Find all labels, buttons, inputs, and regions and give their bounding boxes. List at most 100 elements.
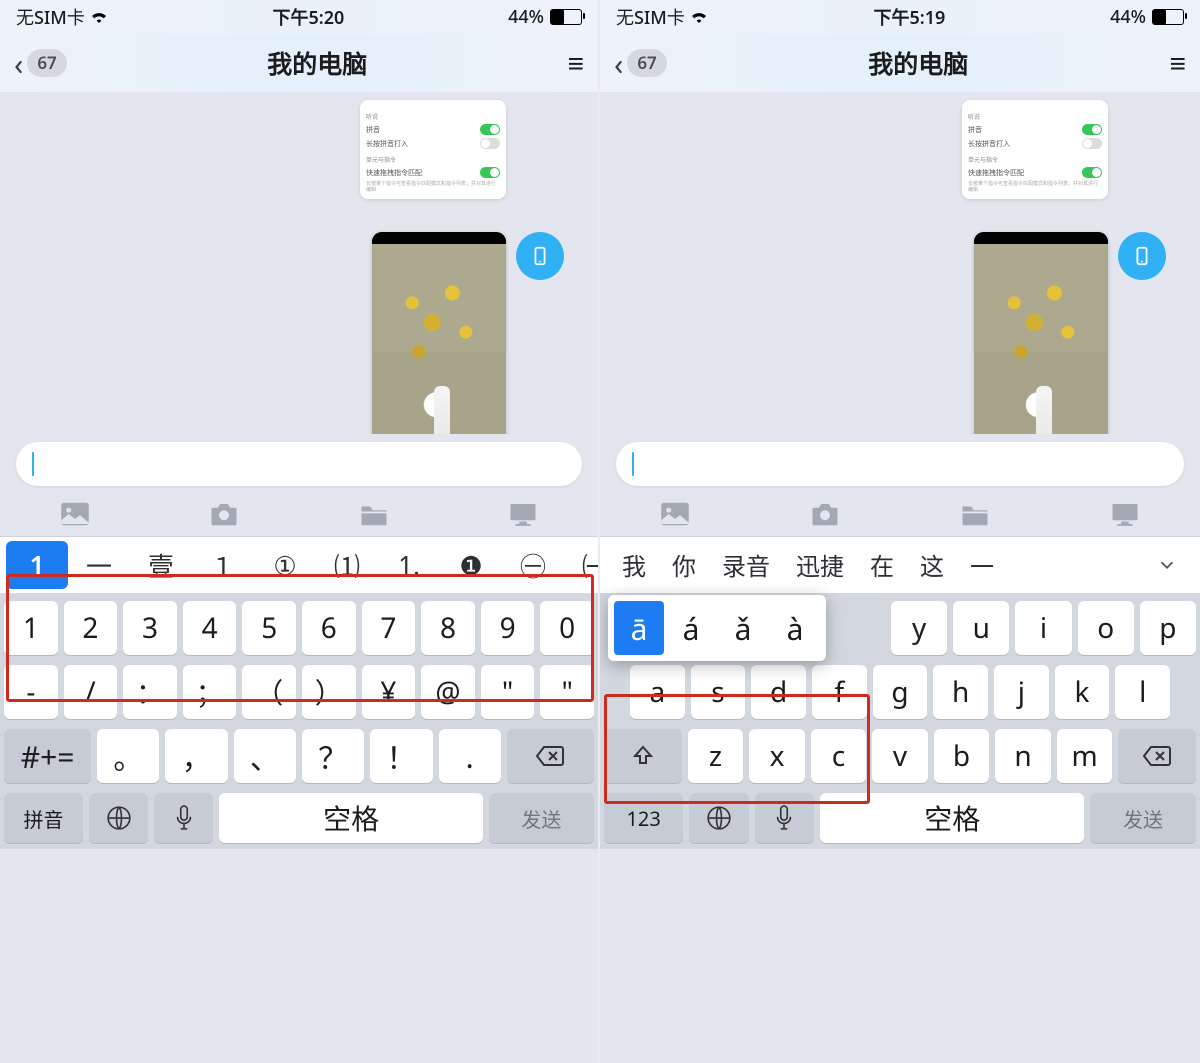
- key-s[interactable]: s: [691, 665, 746, 719]
- key-6[interactable]: 6: [302, 601, 356, 655]
- key-x[interactable]: x: [749, 729, 805, 783]
- candidate[interactable]: １: [192, 541, 254, 589]
- camera-icon[interactable]: [207, 500, 241, 528]
- folder-icon[interactable]: [958, 500, 992, 528]
- chat-area[interactable]: 听说 拼音 长按拼音打入 单元与指令 快速拖拽指令匹配 长按某个指令可查看指令匹…: [0, 92, 598, 492]
- photo-message[interactable]: [372, 232, 506, 466]
- key-rquote[interactable]: ": [540, 665, 594, 719]
- key-dot[interactable]: .: [439, 729, 501, 783]
- space-key[interactable]: 空格: [219, 793, 482, 843]
- key-colon[interactable]: ：: [123, 665, 177, 719]
- backspace-key[interactable]: [1118, 729, 1196, 783]
- settings-card-message[interactable]: 听说 拼音 长按拼音打入 单元与指令 快速拖拽指令匹配 长按某个指令可查看指令匹…: [360, 100, 506, 199]
- globe-key[interactable]: [89, 793, 148, 843]
- candidate[interactable]: 你: [660, 541, 708, 589]
- key-period-cn[interactable]: 。: [97, 729, 159, 783]
- candidate[interactable]: 1: [6, 541, 68, 589]
- candidate[interactable]: 我: [610, 541, 658, 589]
- key-z[interactable]: z: [688, 729, 744, 783]
- candidate[interactable]: ❶: [440, 541, 502, 589]
- monitor-icon[interactable]: [1108, 500, 1142, 528]
- avatar[interactable]: [1118, 232, 1166, 280]
- key-d[interactable]: d: [751, 665, 806, 719]
- mic-key[interactable]: [755, 793, 814, 843]
- candidate[interactable]: 迅捷: [784, 541, 856, 589]
- key-lparen[interactable]: （: [242, 665, 296, 719]
- key-at[interactable]: @: [421, 665, 475, 719]
- key-symbols[interactable]: #+=: [4, 729, 91, 783]
- key-5[interactable]: 5: [242, 601, 296, 655]
- key-8[interactable]: 8: [421, 601, 475, 655]
- key-comma-cn[interactable]: ，: [165, 729, 227, 783]
- key-0[interactable]: 0: [540, 601, 594, 655]
- key-a[interactable]: a: [630, 665, 685, 719]
- globe-key[interactable]: [689, 793, 748, 843]
- gallery-icon[interactable]: [658, 500, 692, 528]
- back-button[interactable]: ‹ 67: [14, 43, 67, 84]
- key-j[interactable]: j: [994, 665, 1049, 719]
- candidate[interactable]: 一: [68, 541, 130, 589]
- key-slash[interactable]: /: [64, 665, 118, 719]
- key-exclaim[interactable]: ！: [370, 729, 432, 783]
- key-l[interactable]: l: [1115, 665, 1170, 719]
- send-key[interactable]: 发送: [1090, 793, 1196, 843]
- key-u[interactable]: u: [953, 601, 1009, 655]
- key-b[interactable]: b: [934, 729, 990, 783]
- candidate[interactable]: ⑴: [316, 541, 378, 589]
- candidate[interactable]: 这: [908, 541, 956, 589]
- key-g[interactable]: g: [873, 665, 928, 719]
- key-dash[interactable]: -: [4, 665, 58, 719]
- avatar[interactable]: [516, 232, 564, 280]
- shift-key[interactable]: [604, 729, 682, 783]
- key-f[interactable]: f: [812, 665, 867, 719]
- key-yen[interactable]: ¥: [362, 665, 416, 719]
- menu-button[interactable]: ≡: [1170, 44, 1186, 82]
- expand-candidates[interactable]: [1144, 541, 1190, 589]
- key-question[interactable]: ？: [302, 729, 364, 783]
- ime-switch-key[interactable]: 拼音: [4, 793, 83, 843]
- send-key[interactable]: 发送: [489, 793, 594, 843]
- key-y[interactable]: y: [891, 601, 947, 655]
- monitor-icon[interactable]: [506, 500, 540, 528]
- key-2[interactable]: 2: [64, 601, 118, 655]
- mic-key[interactable]: [154, 793, 213, 843]
- candidate[interactable]: 壹: [130, 541, 192, 589]
- photo-message[interactable]: [974, 232, 1108, 466]
- candidate[interactable]: 录音: [710, 541, 782, 589]
- key-h[interactable]: h: [933, 665, 988, 719]
- candidate[interactable]: 一: [958, 541, 1006, 589]
- gallery-icon[interactable]: [58, 500, 92, 528]
- key-9[interactable]: 9: [481, 601, 535, 655]
- key-k[interactable]: k: [1055, 665, 1110, 719]
- key-enum-comma[interactable]: 、: [234, 729, 296, 783]
- key-lquote[interactable]: ": [481, 665, 535, 719]
- candidate[interactable]: 在: [858, 541, 906, 589]
- candidate[interactable]: ①: [254, 541, 316, 589]
- menu-button[interactable]: ≡: [568, 44, 584, 82]
- candidate[interactable]: ㈠: [564, 541, 600, 589]
- key-rparen[interactable]: ）: [302, 665, 356, 719]
- key-n[interactable]: n: [995, 729, 1051, 783]
- key-1[interactable]: 1: [4, 601, 58, 655]
- backspace-key[interactable]: [507, 729, 594, 783]
- settings-card-message[interactable]: 听说 拼音 长按拼音打入 单元与指令 快速拖拽指令匹配 长按某个指令可查看指令匹…: [962, 100, 1108, 199]
- chat-area[interactable]: 听说 拼音 长按拼音打入 单元与指令 快速拖拽指令匹配 长按某个指令可查看指令匹…: [600, 92, 1200, 492]
- key-c[interactable]: c: [811, 729, 867, 783]
- key-m[interactable]: m: [1057, 729, 1113, 783]
- message-input[interactable]: [616, 442, 1184, 486]
- candidate[interactable]: 1.: [378, 541, 440, 589]
- accent-option[interactable]: ā: [614, 601, 664, 655]
- key-o[interactable]: o: [1078, 601, 1134, 655]
- key-semicolon[interactable]: ；: [183, 665, 237, 719]
- message-input[interactable]: [16, 442, 582, 486]
- space-key[interactable]: 空格: [820, 793, 1084, 843]
- camera-icon[interactable]: [808, 500, 842, 528]
- accent-option[interactable]: á: [666, 601, 716, 655]
- accent-option[interactable]: ǎ: [718, 601, 768, 655]
- key-p[interactable]: p: [1140, 601, 1196, 655]
- key-v[interactable]: v: [872, 729, 928, 783]
- folder-icon[interactable]: [357, 500, 391, 528]
- key-i[interactable]: i: [1015, 601, 1071, 655]
- key-3[interactable]: 3: [123, 601, 177, 655]
- key-7[interactable]: 7: [362, 601, 416, 655]
